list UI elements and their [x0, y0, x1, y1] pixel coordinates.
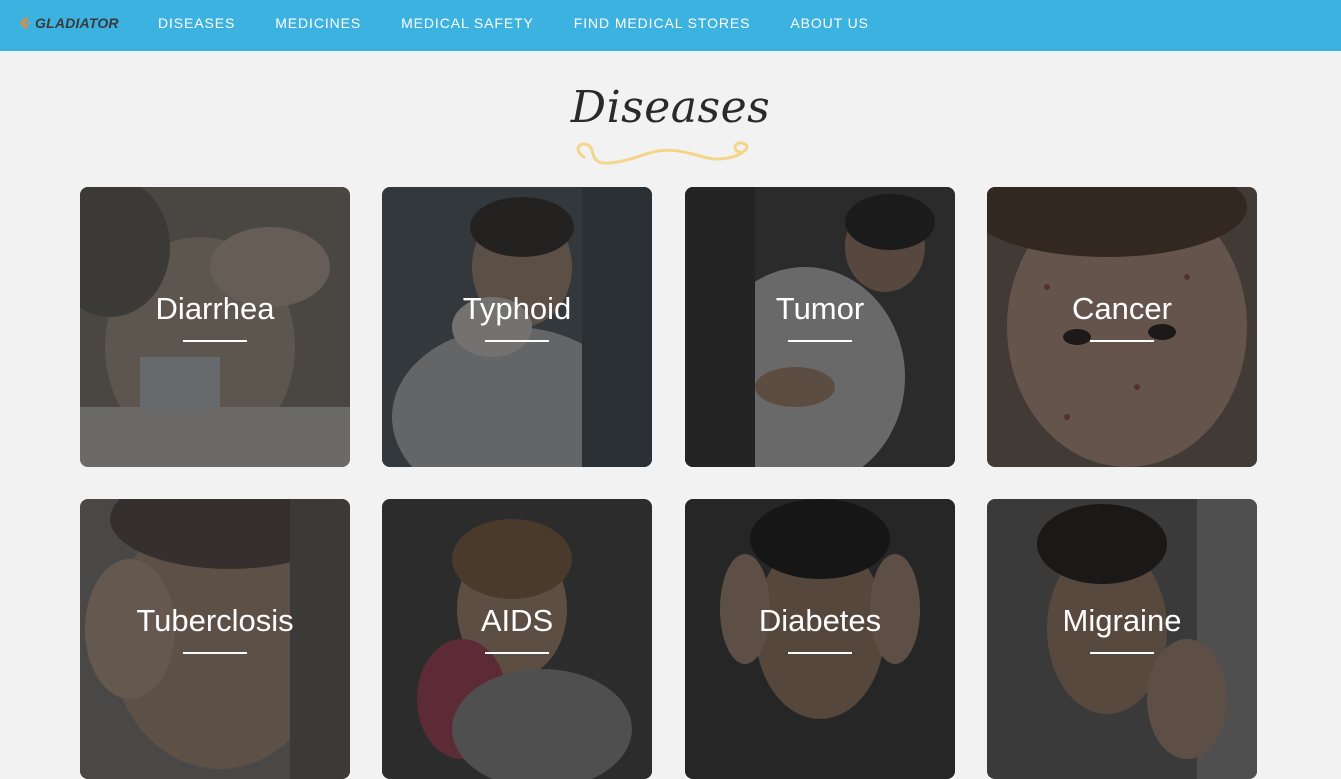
card-label-underline — [788, 652, 852, 654]
nav-link-medicines[interactable]: MEDICINES — [275, 15, 361, 31]
disease-card-tuberclosis[interactable]: Tuberclosis — [80, 499, 350, 779]
disease-card-typhoid[interactable]: Typhoid — [382, 187, 652, 467]
card-label: AIDS — [480, 603, 554, 638]
disease-card-diarrhea[interactable]: Diarrhea — [80, 187, 350, 467]
disease-card-aids[interactable]: AIDS — [382, 499, 652, 779]
disease-card-cancer[interactable]: Cancer — [987, 187, 1257, 467]
card-overlay — [987, 499, 1257, 779]
card-overlay — [382, 187, 652, 467]
card-label: Migraine — [1062, 603, 1182, 638]
title-swirl-ornament — [576, 141, 749, 165]
card-label: Diabetes — [758, 603, 882, 638]
card-label-underline — [183, 652, 247, 654]
nav-link-about-us[interactable]: ABOUT US — [790, 15, 869, 31]
card-label-underline — [1090, 652, 1154, 654]
card-label: Typhoid — [462, 291, 572, 326]
section-title: Diseases — [570, 82, 771, 133]
logo[interactable]: GLADIATOR — [18, 13, 119, 33]
logo-text: GLADIATOR — [35, 15, 119, 31]
card-label-underline — [1090, 340, 1154, 342]
card-label: Tuberclosis — [136, 603, 294, 638]
disease-card-diabetes[interactable]: Diabetes — [685, 499, 955, 779]
card-overlay — [382, 499, 652, 779]
card-overlay — [685, 499, 955, 779]
card-label-underline — [788, 340, 852, 342]
card-overlay — [987, 187, 1257, 467]
nav-menu: DISEASES MEDICINES MEDICAL SAFETY FIND M… — [158, 0, 909, 46]
top-navbar: GLADIATOR DISEASES MEDICINES MEDICAL SAF… — [0, 0, 1341, 51]
card-overlay — [80, 499, 350, 779]
nav-link-medical-safety[interactable]: MEDICAL SAFETY — [401, 15, 534, 31]
nav-link-find-medical-stores[interactable]: FIND MEDICAL STORES — [574, 15, 751, 31]
card-label: Cancer — [1072, 291, 1172, 326]
nav-link-diseases[interactable]: DISEASES — [158, 15, 235, 31]
logo-icon — [20, 16, 32, 30]
card-overlay — [685, 187, 955, 467]
disease-card-migraine[interactable]: Migraine — [987, 499, 1257, 779]
card-label: Tumor — [775, 291, 865, 326]
card-label-underline — [485, 652, 549, 654]
card-label-underline — [183, 340, 247, 342]
card-label-underline — [485, 340, 549, 342]
disease-card-tumor[interactable]: Tumor — [685, 187, 955, 467]
card-overlay — [80, 187, 350, 467]
card-label: Diarrhea — [155, 291, 275, 326]
